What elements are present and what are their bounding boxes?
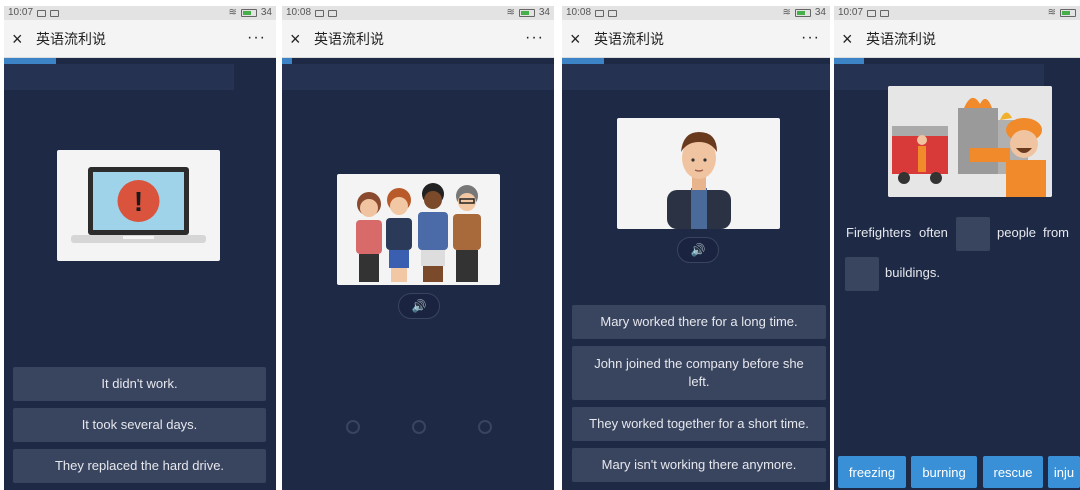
answer-dot-2[interactable] xyxy=(412,420,426,434)
status-bar: 10:07 ≋ 34 xyxy=(4,6,276,20)
wifi-icon: ≋ xyxy=(782,7,791,18)
battery-icon xyxy=(518,9,535,17)
answer-option-1[interactable]: It didn't work. xyxy=(13,367,266,401)
people-icon xyxy=(356,183,481,282)
progress-track xyxy=(4,64,234,90)
speaker-icon: 🔊 xyxy=(411,299,427,313)
close-icon[interactable]: × xyxy=(290,30,312,48)
wifi-icon: ≋ xyxy=(228,7,237,18)
wifi-icon: ≋ xyxy=(1047,7,1056,18)
status-bar: 10:08 ≋ 34 xyxy=(562,6,830,20)
title-bar: × 英语流利说 xyxy=(834,20,1080,58)
phone-screen-2: 10:08 ≋ 34 × 英语流利说 ··· 🔊 xyxy=(282,6,554,490)
gallery-icon xyxy=(595,9,605,17)
speaker-icon: 🔊 xyxy=(690,243,706,257)
blank-slot-2[interactable] xyxy=(845,257,879,291)
answer-dot-3[interactable] xyxy=(478,420,492,434)
word-choice-freezing[interactable]: freezing xyxy=(838,456,906,488)
notification-icon xyxy=(328,9,338,17)
answer-option-4[interactable]: Mary isn't working there anymore. xyxy=(572,448,826,482)
man-icon xyxy=(667,132,731,229)
firefighter-icon xyxy=(888,86,1052,197)
battery-icon xyxy=(1060,9,1076,17)
battery-level: 34 xyxy=(260,7,272,18)
word-choice-rescue[interactable]: rescue xyxy=(983,456,1043,488)
answer-option-2[interactable]: John joined the company before she left. xyxy=(572,346,826,400)
sentence-word-4: from xyxy=(1043,225,1069,240)
answer-dot-1[interactable] xyxy=(346,420,360,434)
battery-level: 34 xyxy=(538,7,550,18)
word-choice-burning[interactable]: burning xyxy=(911,456,977,488)
laptop-icon: ! xyxy=(71,167,206,243)
title-bar: × 英语流利说 ··· xyxy=(4,20,276,58)
more-icon[interactable]: ··· xyxy=(525,29,544,47)
progress-track xyxy=(562,64,830,90)
notification-icon xyxy=(50,9,60,17)
title-bar: × 英语流利说 ··· xyxy=(282,20,554,58)
gallery-icon xyxy=(867,9,877,17)
answer-option-3[interactable]: They replaced the hard drive. xyxy=(13,449,266,483)
more-icon[interactable]: ··· xyxy=(801,29,820,47)
close-icon[interactable]: × xyxy=(12,30,34,48)
sentence-word-2: often xyxy=(919,225,948,240)
play-audio-button[interactable]: 🔊 xyxy=(398,293,440,319)
battery-icon xyxy=(794,9,811,17)
close-icon[interactable]: × xyxy=(570,30,592,48)
title-bar: × 英语流利说 ··· xyxy=(562,20,830,58)
notification-icon xyxy=(608,9,618,17)
gallery-icon xyxy=(315,9,325,17)
phone-screen-3: 10:08 ≋ 34 × 英语流利说 ··· 🔊 Mary worked the… xyxy=(562,6,830,490)
sentence-word-5: buildings. xyxy=(885,265,940,280)
group-of-people-illustration xyxy=(337,174,500,285)
man-portrait-illustration xyxy=(617,118,780,229)
wifi-icon: ≋ xyxy=(506,7,515,18)
more-icon[interactable]: ··· xyxy=(247,29,266,47)
firefighter-illustration xyxy=(888,86,1052,197)
broken-laptop-illustration: ! xyxy=(57,150,220,261)
status-time: 10:08 xyxy=(566,7,592,18)
status-time: 10:07 xyxy=(838,7,864,18)
app-title: 英语流利说 xyxy=(36,31,106,48)
app-title: 英语流利说 xyxy=(594,31,664,48)
blank-slot-1[interactable] xyxy=(956,217,990,251)
sentence-word-3: people xyxy=(997,225,1037,240)
alert-glyph: ! xyxy=(134,186,143,217)
answer-option-3[interactable]: They worked together for a short time. xyxy=(572,407,826,441)
close-icon[interactable]: × xyxy=(842,30,864,48)
word-choice-injure[interactable]: inju xyxy=(1048,456,1080,488)
app-title: 英语流利说 xyxy=(866,31,936,48)
gallery-icon xyxy=(37,9,47,17)
play-audio-button[interactable]: 🔊 xyxy=(677,237,719,263)
sentence-word-1: Firefighters xyxy=(846,225,912,240)
battery-level: 34 xyxy=(814,7,826,18)
phone-screen-4: 10:07 ≋ × 英语流利说 Firefighters often peopl… xyxy=(834,6,1080,490)
status-bar: 10:07 ≋ xyxy=(834,6,1080,20)
notification-icon xyxy=(880,9,890,17)
answer-option-2[interactable]: It took several days. xyxy=(13,408,266,442)
app-title: 英语流利说 xyxy=(314,31,384,48)
status-time: 10:07 xyxy=(8,7,34,18)
status-time: 10:08 xyxy=(286,7,312,18)
battery-icon xyxy=(240,9,257,17)
progress-track xyxy=(282,64,554,90)
answer-option-1[interactable]: Mary worked there for a long time. xyxy=(572,305,826,339)
phone-screen-1: 10:07 ≋ 34 × 英语流利说 ··· ! It didn't work.… xyxy=(4,6,276,490)
status-bar: 10:08 ≋ 34 xyxy=(282,6,554,20)
